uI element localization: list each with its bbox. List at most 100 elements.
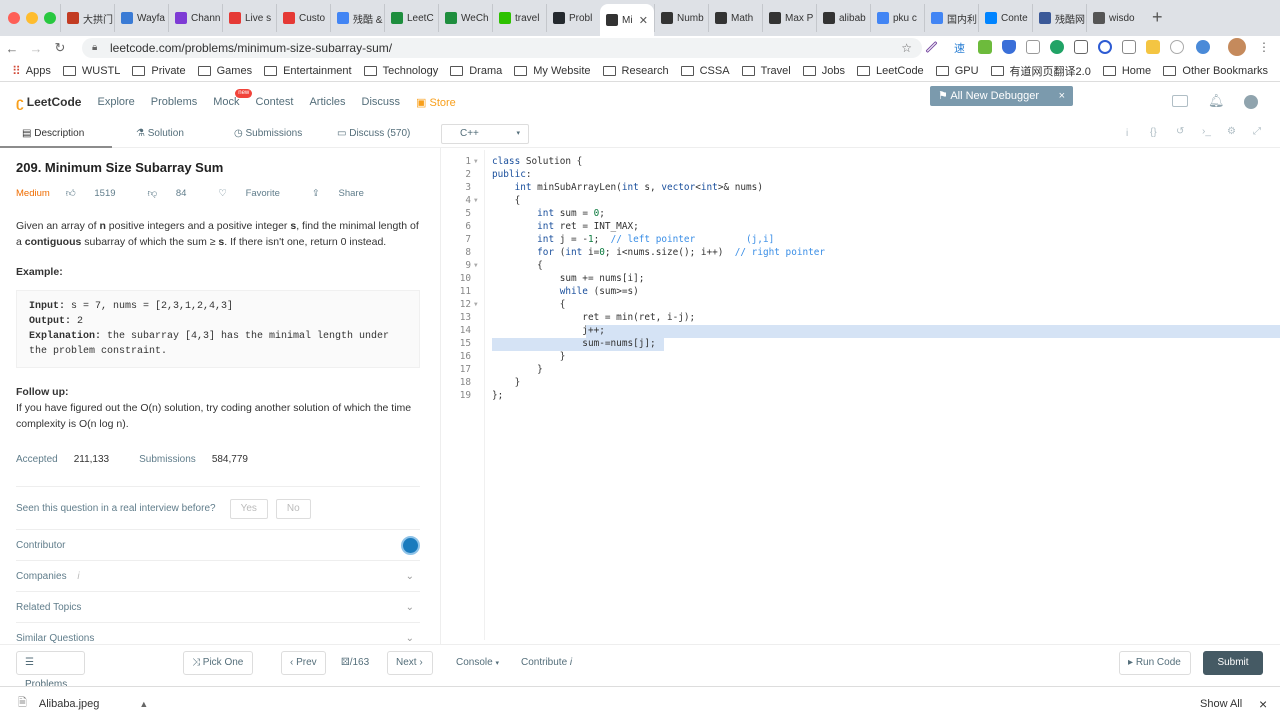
minimize-window-button[interactable] [26, 12, 38, 24]
contribute-button[interactable]: Contribute i [521, 657, 572, 668]
browser-tab[interactable]: wisdo [1086, 4, 1140, 32]
menu-icon[interactable]: ⋮ [1258, 40, 1270, 54]
tab-solution[interactable]: ⚗ Solution [136, 120, 184, 148]
contributor-row[interactable]: Contributor [16, 529, 420, 560]
square-extension-icon[interactable] [1074, 40, 1088, 54]
other-bookmarks[interactable]: Other Bookmarks [1163, 65, 1268, 77]
fold-arrow-icon[interactable]: ▼ [474, 197, 478, 204]
back-icon[interactable]: ← [0, 41, 24, 56]
code-editor[interactable]: 1 ▼ class Solution {2 public: 3 int minSubAr… [441, 150, 1280, 640]
playground-icon[interactable] [1172, 95, 1188, 107]
bookmark-item[interactable]: Jobs [802, 65, 845, 77]
code-line[interactable]: class Solution { [492, 156, 582, 167]
nav-contest[interactable]: Contest [256, 96, 294, 108]
browser-tab[interactable]: pku c [870, 4, 924, 32]
close-tab-icon[interactable]: ✕ [639, 14, 648, 27]
browser-tab[interactable]: Max P [762, 4, 816, 32]
fold-arrow-icon[interactable]: ▼ [474, 158, 478, 165]
bookmark-item[interactable]: LeetCode [856, 65, 924, 77]
browser-tab[interactable]: 残酷 & [330, 4, 384, 32]
forward-icon[interactable]: → [24, 41, 48, 56]
fold-arrow-icon[interactable]: ▼ [474, 262, 478, 269]
code-line[interactable]: int sum = 0; [492, 208, 605, 219]
nav-store[interactable]: ▣ Store [416, 96, 456, 109]
no-button[interactable]: No [275, 499, 311, 519]
code-line[interactable]: }; [492, 390, 503, 401]
close-window-button[interactable] [8, 12, 20, 24]
code-line[interactable]: sum-=nums[j]; [492, 338, 655, 349]
show-all-button[interactable]: Show All [1200, 698, 1242, 710]
nav-articles[interactable]: Articles [309, 96, 345, 108]
notification-bell-icon[interactable]: 🔔︎ [1208, 93, 1225, 109]
next-button[interactable]: Next › [387, 651, 433, 675]
browser-tab[interactable]: alibab [816, 4, 870, 32]
dislike-button[interactable]: 👎︎ 84 [148, 186, 203, 202]
nav-discuss[interactable]: Discuss [362, 96, 401, 108]
gear-extension-icon[interactable] [1170, 40, 1184, 54]
companies-row[interactable]: Companies i ⌄ [16, 560, 420, 591]
bookmark-item[interactable]: Games [197, 65, 252, 77]
reset-icon[interactable]: ↺ [1176, 126, 1184, 137]
share-button[interactable]: ⇪ Share [312, 186, 380, 202]
code-line[interactable]: while (sum>=s) [492, 286, 639, 297]
bookmark-item[interactable]: My Website [514, 65, 591, 77]
related-topics-row[interactable]: Related Topics ⌄ [16, 591, 420, 622]
code-line[interactable]: } [492, 364, 543, 375]
code-line[interactable]: j++; [492, 325, 605, 336]
browser-tab[interactable]: WeCh [438, 4, 492, 32]
capture-extension-icon[interactable] [1122, 40, 1136, 54]
bookmark-star-icon[interactable]: ☆ [901, 38, 912, 58]
code-line[interactable]: int minSubArrayLen(int s, vector<int>& n… [492, 182, 763, 193]
bookmark-item[interactable]: Drama [450, 65, 502, 77]
bookmark-item[interactable]: Private [132, 65, 186, 77]
contributor-avatar[interactable] [401, 536, 420, 555]
nav-mock[interactable]: Mock new [213, 89, 253, 108]
browser-tab[interactable]: Custo [276, 4, 330, 32]
yes-button[interactable]: Yes [229, 499, 268, 519]
browser-tab[interactable]: Mi ✕ [600, 4, 654, 36]
code-line[interactable]: sum += nums[i]; [492, 273, 645, 284]
code-line[interactable]: for (int i=0; i<nums.size(); i++) // rig… [492, 247, 825, 258]
code-line[interactable]: public: [492, 169, 532, 180]
browser-tab[interactable]: travel [492, 4, 546, 32]
tab-submissions[interactable]: ◷ Submissions [234, 120, 302, 148]
bookmark-item[interactable]: Research [602, 65, 669, 77]
code-line[interactable]: { [492, 299, 566, 310]
pick-one-button[interactable]: ⤨ Pick One [183, 651, 253, 675]
blue-extension-icon[interactable] [1196, 40, 1210, 54]
url-field[interactable]: 🔒︎ leetcode.com/problems/minimum-size-su… [82, 38, 922, 58]
download-filename[interactable]: Alibaba.jpeg [39, 698, 100, 710]
bookmark-item[interactable]: Travel [741, 65, 791, 77]
bookmark-item[interactable]: GPU [935, 65, 979, 77]
green-extension-icon[interactable] [978, 40, 992, 54]
code-line[interactable]: } [492, 351, 566, 362]
browser-tab[interactable]: Conte [978, 4, 1032, 32]
maximize-window-button[interactable] [44, 12, 56, 24]
new-tab-button[interactable]: + [1152, 7, 1163, 28]
reload-icon[interactable]: ↻ [48, 40, 72, 56]
settings-gear-icon[interactable]: ⚙ [1227, 126, 1236, 137]
code-line[interactable]: int ret = INT_MAX; [492, 221, 639, 232]
browser-tab[interactable]: Probl [546, 4, 600, 32]
circle-extension-icon[interactable] [1098, 40, 1112, 54]
yellow-extension-icon[interactable] [1146, 40, 1160, 54]
browser-tab[interactable]: Math [708, 4, 762, 32]
profile-avatar[interactable] [1228, 38, 1246, 56]
prev-button[interactable]: ‹ Prev [281, 651, 326, 675]
problems-list-button[interactable]: ☰ Problems [16, 651, 85, 690]
code-line[interactable]: } [492, 377, 521, 388]
language-select[interactable]: C++ ▾ [441, 124, 529, 144]
browser-tab[interactable]: LeetC [384, 4, 438, 32]
leetcode-logo[interactable]: ʗ LeetCode [16, 94, 81, 110]
fullscreen-icon[interactable]: ⤢ [1253, 126, 1261, 137]
favorite-button[interactable]: ♡ Favorite [218, 186, 296, 202]
fold-arrow-icon[interactable]: ▼ [474, 301, 478, 308]
braces-icon[interactable]: {} [1150, 127, 1157, 138]
bookmark-item[interactable]: Home [1102, 65, 1151, 77]
debugger-promo-banner[interactable]: ⚑ All New Debugger × [930, 86, 1073, 106]
bookmark-item[interactable]: Entertainment [264, 65, 352, 77]
bookmark-item[interactable]: WUSTL [62, 65, 120, 77]
code-line[interactable]: int j = -1; // left pointer (j,i] [492, 234, 774, 245]
tab-description[interactable]: ▤ Description [0, 120, 112, 148]
info-icon[interactable]: i [1126, 128, 1128, 139]
